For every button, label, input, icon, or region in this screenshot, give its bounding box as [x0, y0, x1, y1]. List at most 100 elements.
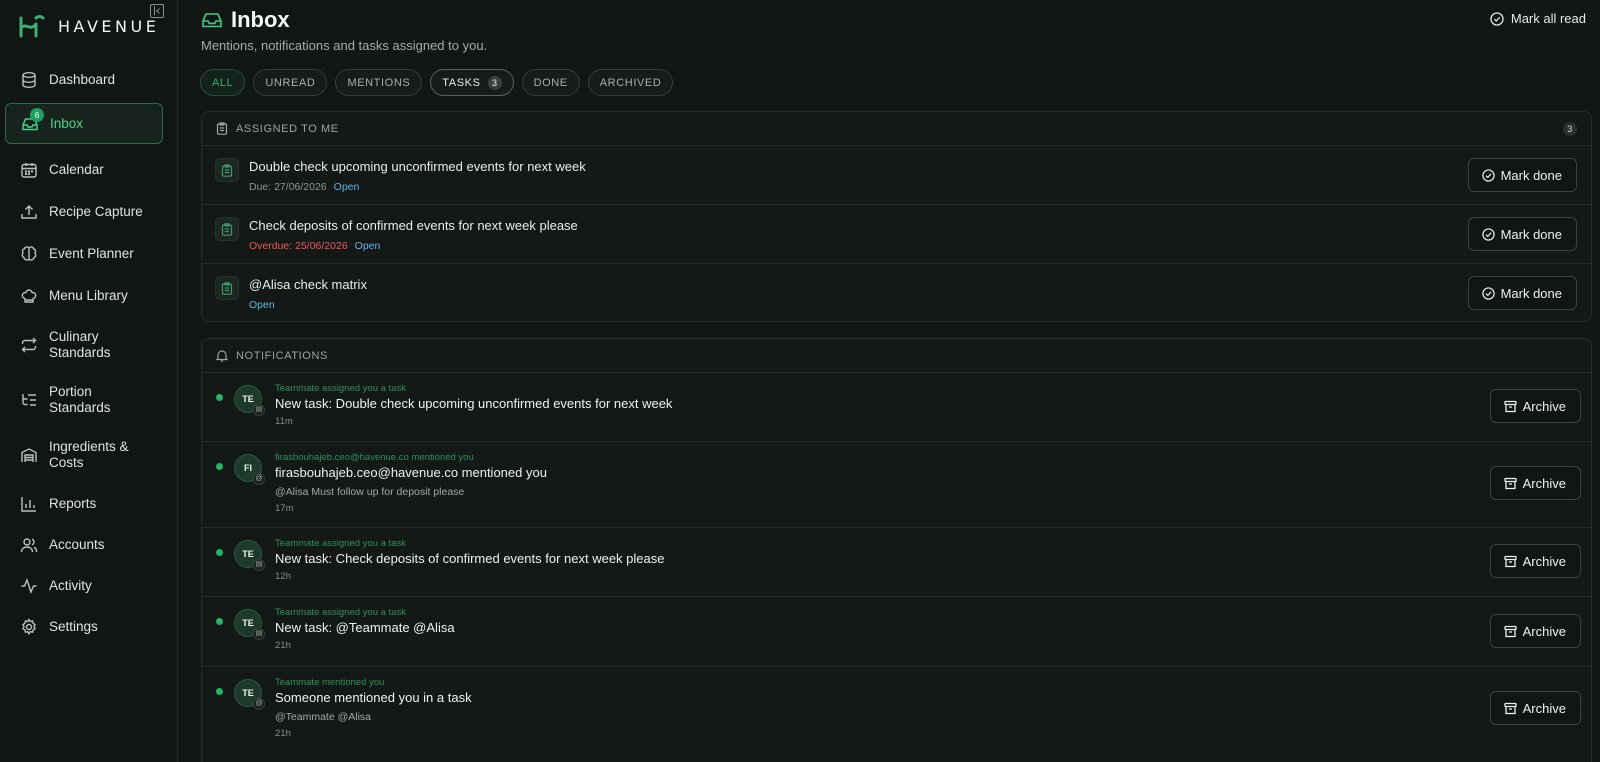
notification-time: 21h	[275, 728, 291, 739]
tab-all[interactable]: ALL	[200, 69, 246, 96]
sidebar-item-label: Calendar	[49, 162, 104, 177]
avatar: TE ▤	[234, 540, 265, 571]
sidebar-item-label: Recipe Capture	[49, 204, 143, 219]
at-sign-icon: @	[253, 473, 265, 485]
task-row[interactable]: Double check upcoming unconfirmed events…	[202, 146, 1591, 205]
archive-label: Archive	[1522, 475, 1566, 491]
notification-title[interactable]: New task: @Teammate @Alisa	[275, 620, 455, 635]
brain-icon	[21, 246, 37, 261]
sidebar-item-dashboard[interactable]: Dashboard	[5, 69, 163, 91]
clipboard-icon	[221, 282, 233, 295]
sidebar-item-event-planner[interactable]: Event Planner	[5, 243, 163, 265]
notification-title[interactable]: New task: Check deposits of confirmed ev…	[275, 551, 664, 566]
list-tree-icon	[22, 394, 36, 406]
notification-row[interactable]: TE ▤ Teammate assigned you a task New ta…	[202, 373, 1591, 442]
page-subtitle: Mentions, notifications and tasks assign…	[201, 38, 488, 53]
tab-count-badge: 3	[487, 75, 502, 90]
sidebar-item-reports[interactable]: Reports	[5, 493, 163, 515]
mark-done-button[interactable]: Mark done	[1467, 158, 1577, 192]
tab-done[interactable]: DONE	[521, 69, 580, 96]
mark-all-read-button[interactable]: Mark all read	[1490, 11, 1586, 26]
tab-archived[interactable]: ARCHIVED	[587, 69, 674, 96]
upload-icon	[21, 205, 37, 219]
archive-button[interactable]: Archive	[1489, 614, 1581, 648]
task-overdue-date: Overdue: 25/06/2026	[249, 240, 348, 252]
task-meta: Open	[249, 299, 275, 311]
avatar-initials: TE	[242, 549, 254, 559]
collapse-sidebar-icon[interactable]	[150, 4, 164, 18]
archive-label: Archive	[1522, 553, 1566, 569]
notification-row[interactable]: TE ▤ Teammate assigned you a task New ta…	[202, 597, 1591, 667]
archive-button[interactable]: Archive	[1489, 466, 1581, 500]
notification-row[interactable]: FI @ firasbouhajeb.ceo@havenue.co mentio…	[202, 442, 1591, 528]
task-icon	[215, 217, 239, 241]
mark-done-button[interactable]: Mark done	[1467, 217, 1577, 251]
notification-time: 11m	[275, 416, 293, 427]
avatar: FI @	[234, 454, 265, 485]
sidebar-item-recipe-capture[interactable]: Recipe Capture	[5, 201, 163, 223]
sidebar-item-accounts[interactable]: Accounts	[5, 534, 163, 556]
sidebar-item-label: Ingredients & Costs	[49, 439, 129, 470]
sidebar-item-label: Activity	[49, 578, 92, 593]
notification-row[interactable]: TE @ Teammate mentioned you Someone ment…	[202, 667, 1591, 753]
sidebar-item-label: Dashboard	[49, 72, 116, 87]
assigned-section-header: ASSIGNED TO ME 3	[202, 112, 1591, 146]
tab-label: ARCHIVED	[599, 76, 662, 89]
notification-row[interactable]: TE ▤ Teammate assigned you a task New ta…	[202, 528, 1591, 597]
notification-time: 17m	[275, 503, 294, 514]
task-row[interactable]: Check deposits of confirmed events for n…	[202, 205, 1591, 264]
archive-button[interactable]: Archive	[1489, 691, 1581, 725]
brand-name: HAVENUE	[58, 16, 160, 36]
sidebar-item-label: Accounts	[49, 537, 105, 552]
sidebar-item-label: Menu Library	[49, 288, 128, 303]
sidebar-item-menu-library[interactable]: Menu Library	[5, 285, 163, 307]
tab-tasks[interactable]: TASKS 3	[430, 69, 514, 96]
sidebar-item-culinary-standards[interactable]: Culinary Standards	[5, 328, 163, 362]
avatar: TE ▤	[234, 609, 265, 640]
notification-title[interactable]: firasbouhajeb.ceo@havenue.co mentioned y…	[275, 465, 547, 480]
archive-button[interactable]: Archive	[1489, 389, 1581, 423]
archive-button[interactable]: Archive	[1489, 544, 1581, 578]
inbox-count-badge: 6	[30, 108, 44, 122]
sidebar-item-calendar[interactable]: Calendar	[5, 159, 163, 181]
archive-label: Archive	[1522, 623, 1566, 639]
sidebar-item-activity[interactable]: Activity	[5, 575, 163, 597]
tab-label: TASKS	[442, 76, 481, 89]
bell-icon	[216, 350, 228, 362]
bar-chart-icon	[21, 497, 36, 512]
sidebar-item-label: Settings	[49, 619, 98, 634]
gear-icon	[21, 618, 37, 635]
notification-title[interactable]: New task: Double check upcoming unconfir…	[275, 396, 672, 411]
notification-body: @Alisa Must follow up for deposit please	[275, 486, 465, 498]
sidebar-item-label: Culinary Standards	[49, 329, 111, 360]
clipboard-icon	[221, 164, 233, 177]
task-mini-icon: ▤	[253, 628, 265, 640]
tab-mentions[interactable]: MENTIONS	[335, 69, 423, 96]
warehouse-icon	[21, 448, 37, 462]
sidebar-item-settings[interactable]: Settings	[5, 616, 163, 638]
avatar-initials: TE	[242, 688, 254, 698]
task-icon	[215, 276, 239, 300]
task-title[interactable]: Check deposits of confirmed events for n…	[249, 218, 578, 233]
sidebar-item-ingredients-costs[interactable]: Ingredients & Costs	[5, 438, 163, 472]
repeat-icon	[21, 337, 37, 353]
notification-body: @Teammate @Alisa	[275, 711, 372, 723]
task-title[interactable]: @Alisa check matrix	[249, 277, 367, 292]
sidebar-item-inbox[interactable]: 6 Inbox	[5, 103, 163, 144]
check-circle-icon	[1481, 168, 1495, 182]
sidebar-item-label: Event Planner	[49, 246, 134, 261]
brand[interactable]: HAVENUE	[18, 12, 159, 40]
notification-title[interactable]: Someone mentioned you in a task	[275, 690, 472, 705]
tab-unread[interactable]: UNREAD	[253, 69, 328, 96]
notification-time: 21h	[275, 640, 291, 651]
assigned-count-badge: 3	[1563, 122, 1577, 136]
activity-icon	[21, 578, 37, 594]
task-title[interactable]: Double check upcoming unconfirmed events…	[249, 159, 586, 174]
filter-tabs: ALL UNREAD MENTIONS TASKS 3 DONE ARCHIVED	[200, 69, 681, 96]
clipboard-icon	[216, 122, 228, 135]
sidebar-item-label: Reports	[49, 496, 97, 511]
task-row[interactable]: @Alisa check matrix Open Mark done	[202, 264, 1591, 322]
mark-done-button[interactable]: Mark done	[1467, 276, 1577, 310]
sidebar-item-portion-standards[interactable]: Portion Standards	[5, 383, 163, 417]
task-icon	[215, 158, 239, 182]
